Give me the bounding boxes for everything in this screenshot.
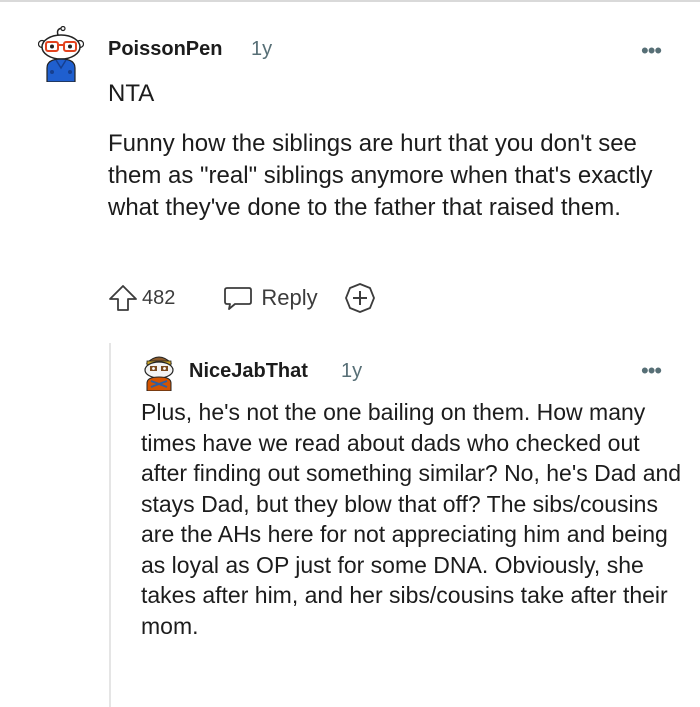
reply-author[interactable]: NiceJabThat [189, 360, 308, 383]
comment-paragraph: NTA [108, 80, 155, 107]
upvote-arrow-icon [109, 285, 137, 311]
reply-label: Reply [261, 285, 318, 310]
snoo-avatar-icon [37, 25, 85, 83]
comment-paragraph: Funny how the siblings are hurt that you… [108, 130, 653, 221]
reply-age: 1y [341, 360, 363, 382]
avatar[interactable] [141, 351, 177, 392]
comment-body: NTA Funny how the siblings are hurt that… [108, 78, 678, 224]
thread-line[interactable] [109, 343, 111, 707]
vote-count: 482 [142, 286, 176, 309]
award-plus-icon [344, 283, 375, 313]
reply-body: Plus, he's not the one bailing on them. … [141, 399, 682, 639]
award-button[interactable] [344, 282, 376, 314]
upvote-button[interactable]: 482 [108, 284, 175, 312]
comment-age: 1y [251, 38, 273, 60]
more-options-icon[interactable]: ••• [641, 358, 662, 384]
avatar[interactable] [37, 25, 85, 83]
more-options-icon[interactable]: ••• [641, 38, 662, 64]
top-divider [0, 0, 700, 2]
comment-author[interactable]: PoissonPen [108, 38, 222, 61]
reply-button[interactable]: Reply [223, 284, 318, 312]
speech-bubble-icon [224, 287, 253, 310]
snoo-avatar-icon [144, 356, 174, 392]
comment-actions: 482 Reply [108, 282, 376, 314]
